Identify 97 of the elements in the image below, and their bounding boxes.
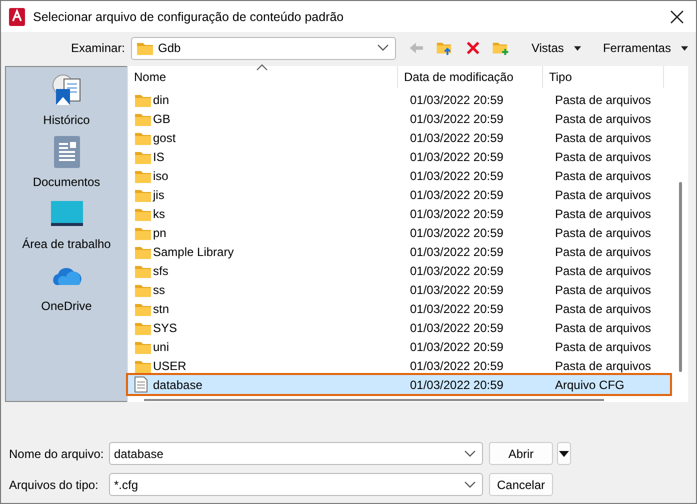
table-cell-text: 01/03/2022 20:59 [409, 244, 504, 258]
table-row[interactable]: USER 01/03/2022 20:59 Pasta de arquivos [128, 356, 688, 375]
caret-icon [377, 44, 390, 52]
scrollbar-thumb[interactable] [679, 182, 682, 372]
table-row[interactable]: Sample Library 01/03/2022 20:59 Pasta de arquivos [128, 242, 688, 261]
column-header[interactable]: Nome [128, 66, 398, 88]
table-cell-text: 01/03/2022 20:59 [409, 340, 504, 354]
table-cell-text: Pasta de arquivos [554, 302, 652, 316]
caret-icon [464, 450, 476, 458]
table-cell-text: Pasta de arquivos [554, 112, 652, 126]
caret-icon[interactable] [680, 46, 688, 50]
table-row[interactable]: din 01/03/2022 20:59 Pasta de arquivos [128, 90, 688, 109]
table-cell-text: Pasta de arquivos [554, 206, 652, 220]
table-cell-text: Pasta de arquivos [554, 188, 652, 202]
close-icon[interactable] [670, 10, 684, 24]
table-cell-text: 01/03/2022 20:59 [409, 302, 504, 316]
table-row[interactable]: stn 01/03/2022 20:59 Pasta de arquivos [128, 299, 688, 318]
folder-icon [136, 40, 154, 56]
table-cell: USER [153, 358, 186, 372]
table-cell-text: Pasta de arquivos [554, 358, 652, 372]
scrollbar-thumb[interactable] [144, 399, 604, 401]
table-cell-text: 01/03/2022 20:59 [409, 206, 504, 220]
clock-document-icon [50, 73, 84, 107]
table-cell: gost [153, 130, 176, 144]
look-in-label: Examinar: [71, 41, 126, 55]
table-cell: ss [153, 282, 165, 296]
table-cell: GB [153, 112, 170, 126]
table-row[interactable]: ks 01/03/2022 20:59 Pasta de arquivos [128, 204, 688, 223]
table-cell-text: 01/03/2022 20:59 [409, 92, 504, 106]
table-row[interactable]: sfs 01/03/2022 20:59 Pasta de arquivos [128, 261, 688, 280]
table-cell-text: 01/03/2022 20:59 [409, 150, 504, 164]
table-row[interactable]: uni 01/03/2022 20:59 Pasta de arquivos [128, 337, 688, 356]
table-row[interactable]: iso 01/03/2022 20:59 Pasta de arquivos [128, 166, 688, 185]
table-cell-text: Pasta de arquivos [554, 340, 652, 354]
table-cell-text: 01/03/2022 20:59 [409, 282, 504, 296]
table-cell-text: 01/03/2022 20:59 [409, 130, 504, 144]
table-row[interactable]: GB 01/03/2022 20:59 Pasta de arquivos [128, 109, 688, 128]
table-cell: IS [153, 150, 164, 164]
views-menu[interactable]: Vistas [531, 41, 564, 55]
sidebar-item[interactable]: Documentos [6, 135, 126, 189]
table-cell-text: Pasta de arquivos [554, 92, 652, 106]
table-cell: sfs [153, 264, 168, 278]
table-row[interactable]: database 01/03/2022 20:59 Arquivo CFG [128, 375, 670, 394]
table-cell: din [153, 92, 170, 106]
table-cell-text: Pasta de arquivos [554, 226, 652, 240]
tools-menu[interactable]: Ferramentas [602, 41, 671, 55]
table-cell: stn [153, 302, 170, 316]
table-cell: Sample Library [153, 244, 234, 258]
table-cell-text: Pasta de arquivos [554, 264, 652, 278]
table-cell: SYS [153, 320, 178, 334]
table-cell-text: 01/03/2022 20:59 [409, 226, 504, 240]
table-row[interactable]: jis 01/03/2022 20:59 Pasta de arquivos [128, 185, 688, 204]
caret-icon [559, 450, 569, 456]
table-cell: ks [153, 206, 165, 220]
column-header[interactable]: Tipo [543, 66, 664, 88]
file-name-field[interactable]: database [109, 442, 483, 465]
sidebar-item[interactable]: OneDrive [6, 259, 126, 313]
table-cell-text: 01/03/2022 20:59 [409, 112, 504, 126]
table-cell-text: Pasta de arquivos [554, 150, 652, 164]
table-cell-text: 01/03/2022 20:59 [409, 378, 504, 392]
table-cell: iso [153, 168, 168, 182]
file-type-label: Arquivos do tipo: [9, 478, 100, 492]
file-name-label: Nome do arquivo: [9, 446, 105, 460]
table-cell-text: 01/03/2022 20:59 [409, 320, 504, 334]
table-cell: database [153, 378, 202, 392]
file-type-field[interactable]: *.cfg [109, 473, 483, 496]
column-header[interactable]: Data de modificação [398, 66, 543, 88]
document-icon [134, 376, 148, 393]
table-cell-text: Pasta de arquivos [554, 320, 652, 334]
table-cell-text: 01/03/2022 20:59 [409, 264, 504, 278]
table-cell-text: Pasta de arquivos [554, 244, 652, 258]
open-button[interactable]: Abrir [489, 442, 553, 465]
delete-icon[interactable] [466, 40, 480, 56]
table-cell-text: Pasta de arquivos [554, 168, 652, 182]
table-cell: uni [153, 340, 170, 354]
table-cell-text: Pasta de arquivos [554, 282, 652, 296]
table-cell-text: Arquivo CFG [554, 378, 626, 392]
table-cell: jis [153, 188, 164, 202]
sidebar-item[interactable]: Histórico [6, 73, 126, 127]
cancel-button[interactable]: Cancelar [489, 473, 553, 496]
table-cell-text: 01/03/2022 20:59 [409, 358, 504, 372]
table-row[interactable]: ss 01/03/2022 20:59 Pasta de arquivos [128, 280, 688, 299]
window-title: Selecionar arquivo de configuração de conteúdo padrão [33, 10, 345, 24]
table-cell: pn [153, 226, 166, 240]
caret-icon [464, 480, 476, 488]
table-row[interactable]: gost 01/03/2022 20:59 Pasta de arquivos [128, 128, 688, 147]
location-dropdown[interactable]: Gdb [131, 36, 396, 60]
dropdown-button[interactable] [557, 442, 571, 465]
table-cell-text: 01/03/2022 20:59 [409, 168, 504, 182]
table-row[interactable]: IS 01/03/2022 20:59 Pasta de arquivos [128, 147, 688, 166]
sidebar-item[interactable]: Área de trabalho [6, 197, 126, 251]
table-cell-text: Pasta de arquivos [554, 130, 652, 144]
table-cell-text: 01/03/2022 20:59 [409, 188, 504, 202]
table-row[interactable]: SYS 01/03/2022 20:59 Pasta de arquivos [128, 318, 688, 337]
table-row[interactable]: pn 01/03/2022 20:59 Pasta de arquivos [128, 223, 688, 242]
app-icon [9, 8, 25, 26]
caret-icon[interactable] [574, 46, 581, 50]
